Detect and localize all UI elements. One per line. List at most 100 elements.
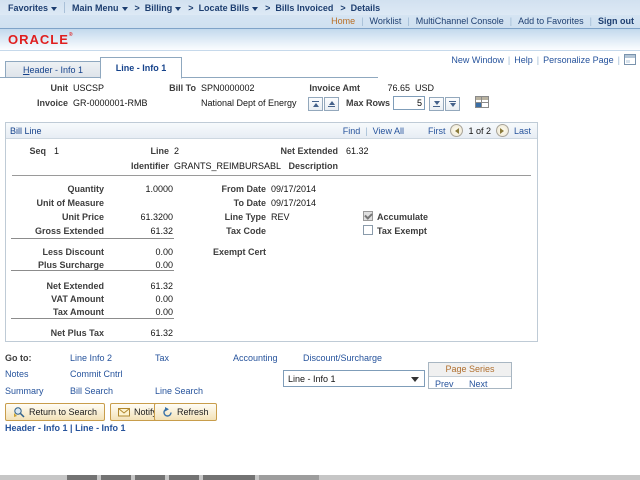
divider	[11, 238, 174, 239]
line-label: Line	[116, 146, 169, 156]
page-series-title: Page Series	[429, 363, 511, 377]
divider: |	[510, 16, 512, 26]
divider	[0, 50, 640, 51]
tab-header-info-1[interactable]: Header - Info 1	[5, 61, 101, 78]
chevron-down-icon	[175, 7, 181, 11]
max-rows-label: Max Rows	[330, 98, 390, 108]
brand-band: ORACLE	[0, 29, 640, 50]
view-all-link[interactable]: View All	[373, 126, 404, 136]
breadcrumb-label: Details	[351, 3, 381, 13]
return-to-search-button[interactable]: Return to Search	[5, 403, 105, 421]
breadcrumb-item-billing[interactable]: Billing	[135, 3, 182, 13]
bill-to-name: National Dept of Energy	[201, 98, 297, 108]
commit-cntrl-link[interactable]: Commit Cntrl	[70, 369, 123, 379]
net-extended-value: 61.32	[346, 146, 369, 156]
net-extended-label: Net Extended	[246, 146, 338, 156]
divider: |	[590, 16, 592, 26]
breadcrumb-item-locate-bills[interactable]: Locate Bills	[188, 3, 258, 13]
quantity-label: Quantity	[14, 184, 104, 194]
page-selector-value: Line - Info 1	[288, 374, 336, 384]
tax-exempt-checkbox[interactable]	[363, 225, 373, 235]
identifier-label: Identifier	[116, 161, 169, 171]
unit-of-measure-label: Unit of Measure	[14, 198, 104, 208]
tax-exempt-label: Tax Exempt	[377, 226, 427, 236]
summary-link[interactable]: Summary	[5, 386, 44, 396]
scroll-down-button[interactable]	[429, 97, 444, 111]
unit-price-label: Unit Price	[14, 212, 104, 222]
multichannel-console-link[interactable]: MultiChannel Console	[416, 16, 504, 26]
chevron-down-icon	[122, 7, 128, 11]
prev-row-icon[interactable]	[450, 124, 463, 137]
grid-icon[interactable]	[474, 94, 490, 110]
personalize-page-link[interactable]: Personalize Page	[543, 55, 614, 65]
page-series-next-link[interactable]: Next	[469, 379, 488, 389]
less-discount-label: Less Discount	[14, 247, 104, 257]
main-menu-label: Main Menu	[72, 3, 119, 13]
line-value: 2	[174, 146, 179, 156]
vat-amount-label: VAT Amount	[14, 294, 104, 304]
line-search-link[interactable]: Line Search	[155, 386, 203, 396]
page-selector-dropdown[interactable]: Line - Info 1	[283, 370, 425, 387]
worklist-link[interactable]: Worklist	[370, 16, 402, 26]
divider: |	[361, 16, 363, 26]
favorites-menu[interactable]: Favorites	[8, 3, 57, 13]
page-series-prev-link[interactable]: Prev	[435, 379, 454, 389]
footer-line-info-link[interactable]: Line - Info 1	[75, 423, 126, 433]
tax-amount-label: Tax Amount	[14, 307, 104, 317]
top-nav-links: Home | Worklist | MultiChannel Console |…	[331, 14, 634, 27]
bill-line-title: Bill Line	[10, 126, 42, 136]
plus-surcharge-label: Plus Surcharge	[14, 260, 104, 270]
breadcrumb-item-bills-invoiced[interactable]: Bills Invoiced	[265, 3, 333, 13]
sign-out-link[interactable]: Sign out	[598, 16, 634, 26]
tab-line-info-1[interactable]: Line - Info 1	[100, 57, 182, 79]
new-window-link[interactable]: New Window	[451, 55, 504, 65]
next-row-icon[interactable]	[496, 124, 509, 137]
notes-link[interactable]: Notes	[5, 369, 29, 379]
invoice-value: GR-0000001-RMB	[73, 98, 148, 108]
accumulate-checkbox[interactable]	[363, 211, 373, 221]
help-link[interactable]: Help	[514, 55, 533, 65]
scroll-top-button[interactable]	[308, 97, 323, 111]
chevron-down-icon	[51, 7, 57, 11]
breadcrumb-divider	[64, 2, 65, 13]
net-extended-total-label: Net Extended	[14, 281, 104, 291]
from-date-value: 09/17/2014	[271, 184, 316, 194]
main-menu[interactable]: Main Menu	[72, 3, 128, 13]
divider: |	[508, 55, 510, 65]
home-link[interactable]: Home	[331, 16, 355, 26]
exempt-cert-label: Exempt Cert	[166, 247, 266, 257]
last-link[interactable]: Last	[514, 126, 531, 136]
goto-discount-surcharge-link[interactable]: Discount/Surcharge	[303, 353, 382, 363]
less-discount-value: 0.00	[113, 247, 173, 257]
page-bar: New Window | Help | Personalize Page |	[451, 54, 636, 65]
goto-label: Go to:	[5, 353, 32, 363]
to-date-label: To Date	[166, 198, 266, 208]
find-link[interactable]: Find	[343, 126, 361, 136]
add-to-favorites-link[interactable]: Add to Favorites	[518, 16, 584, 26]
personalize-layout-icon[interactable]	[624, 54, 636, 65]
seq-label: Seq	[14, 146, 46, 156]
to-date-value: 09/17/2014	[271, 198, 316, 208]
gross-extended-label: Gross Extended	[14, 226, 104, 236]
tab-label: Line - Info 1	[116, 63, 167, 73]
search-icon	[13, 406, 25, 418]
goto-accounting-link[interactable]: Accounting	[233, 353, 278, 363]
tax-code-label: Tax Code	[166, 226, 266, 236]
scroll-bottom-button[interactable]	[445, 97, 460, 111]
bill-search-link[interactable]: Bill Search	[70, 386, 113, 396]
currency-code: USD	[415, 83, 434, 93]
button-label: Refresh	[177, 407, 209, 417]
envelope-icon	[118, 407, 130, 417]
divider: |	[365, 126, 367, 136]
divider: |	[407, 16, 409, 26]
divider	[11, 318, 174, 319]
first-link[interactable]: First	[428, 126, 446, 136]
plus-surcharge-value: 0.00	[113, 260, 173, 270]
footer-header-info-link[interactable]: Header - Info 1	[5, 423, 68, 433]
refresh-button[interactable]: Refresh	[154, 403, 217, 421]
goto-line-info-2-link[interactable]: Line Info 2	[70, 353, 112, 363]
accumulate-label: Accumulate	[377, 212, 428, 222]
max-rows-input[interactable]	[393, 96, 425, 110]
goto-tax-link[interactable]: Tax	[155, 353, 169, 363]
tax-amount-value: 0.00	[113, 307, 173, 317]
